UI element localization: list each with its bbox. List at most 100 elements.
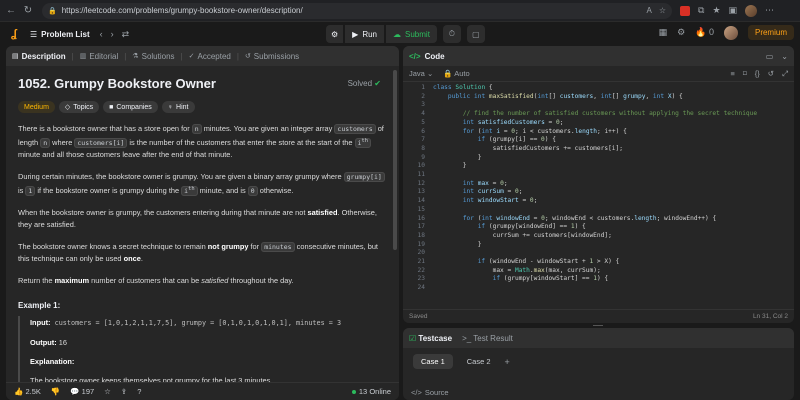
- tab-editorial-label: Editorial: [89, 51, 119, 61]
- like-button[interactable]: 👍 2.5K: [14, 387, 41, 396]
- solved-status: Solved ✔: [348, 79, 381, 88]
- companies-badge[interactable]: ■ Companies: [103, 101, 158, 113]
- star-icon[interactable]: ☆: [104, 387, 111, 396]
- language-select[interactable]: Java ⌄: [409, 69, 433, 78]
- case-1-tab[interactable]: Case 1: [413, 354, 453, 369]
- play-icon: ▶: [352, 29, 359, 39]
- notes-icon[interactable]: ▢: [466, 25, 485, 43]
- example-title: Example 1:: [18, 301, 61, 311]
- auto-toggle[interactable]: 🔒 Auto: [443, 69, 469, 78]
- tab-description[interactable]: ▤ Description: [12, 52, 66, 61]
- paragraph-5: Return the maximum number of customers t…: [18, 276, 294, 286]
- url-text: https://leetcode.com/problems/grumpy-boo…: [61, 6, 303, 15]
- code-icon: </>: [409, 51, 421, 61]
- favorite-icon[interactable]: ☆: [659, 6, 666, 15]
- bookmark-icon[interactable]: ⌑: [743, 69, 747, 79]
- check-circle-icon: ✔: [374, 79, 381, 88]
- streak-counter[interactable]: 🔥 0: [695, 27, 714, 38]
- line-numbers: 1 2 3 4 5 6 7 8 9 10 11 12 13 14 15 16 17 18 19 20 21 22 23 24: [417, 84, 425, 292]
- online-dot-icon: [351, 389, 356, 394]
- thumbs-up-icon: 👍: [14, 387, 24, 396]
- timer-icon[interactable]: ⏱: [442, 25, 461, 43]
- fullscreen-icon[interactable]: ⤢: [782, 69, 788, 79]
- paragraph-1: There is a bookstore owner that has a st…: [18, 124, 384, 160]
- address-bar[interactable]: 🔒 https://leetcode.com/problems/grumpy-b…: [42, 2, 672, 19]
- tab-testcase[interactable]: ☑ Testcase: [409, 334, 452, 343]
- submit-button[interactable]: ☁ Submit: [386, 25, 437, 43]
- user-avatar[interactable]: [723, 25, 738, 40]
- layout-icon[interactable]: ▦: [659, 27, 668, 38]
- lock-icon: 🔒: [48, 7, 57, 15]
- list-icon: ☰: [30, 29, 38, 39]
- case-2-tab[interactable]: Case 2: [459, 354, 499, 369]
- topics-badge[interactable]: ◇ Topics: [58, 101, 100, 113]
- leetcode-logo[interactable]: ʆ: [8, 28, 20, 40]
- fire-icon: 🔥: [695, 27, 707, 37]
- read-aloud-icon[interactable]: A: [646, 6, 651, 15]
- testcase-tabs: ☑ Testcase >_ Test Result: [403, 328, 794, 348]
- paragraph-4: The bookstore owner knows a secret techn…: [18, 242, 378, 264]
- problem-list-button[interactable]: ☰ Problem List: [30, 30, 90, 39]
- share-icon[interactable]: ⇪: [121, 387, 127, 396]
- braces-icon[interactable]: {}: [755, 69, 760, 79]
- help-icon[interactable]: ?: [137, 387, 141, 396]
- shuffle-icon[interactable]: ⇄: [122, 29, 130, 40]
- premium-button[interactable]: Premium: [747, 25, 794, 40]
- add-case-icon[interactable]: +: [505, 357, 510, 367]
- more-icon[interactable]: ⋯: [765, 5, 774, 16]
- example-box: Input: customers = [1,0,1,2,1,1,7,5], gr…: [18, 316, 387, 386]
- reset-icon[interactable]: ↺: [768, 69, 774, 79]
- tab-test-result-label: Test Result: [473, 333, 513, 343]
- check-icon: ✓: [188, 53, 195, 60]
- document-icon: ▤: [12, 53, 19, 60]
- bug-icon: ⚙: [331, 29, 339, 39]
- paragraph-2: During certain minutes, the bookstore ow…: [18, 171, 387, 197]
- run-button[interactable]: ▶ Run: [345, 25, 385, 43]
- hint-label: Hint: [176, 103, 189, 111]
- description-footer: 👍 2.5K 👎 💬 197 ☆ ⇪ ? 13 Online: [6, 382, 399, 400]
- tab-submissions[interactable]: ↺ Submissions: [245, 52, 299, 61]
- topics-label: Topics: [73, 103, 94, 111]
- save-status: Saved: [409, 313, 428, 320]
- dislike-icon[interactable]: 👎: [51, 387, 60, 396]
- tab-accepted[interactable]: ✓ Accepted: [189, 52, 231, 61]
- flask-icon: ⚗: [132, 53, 139, 60]
- tab-solutions[interactable]: ⚗ Solutions: [132, 52, 174, 61]
- lock-icon: ■: [109, 103, 114, 111]
- settings-icon[interactable]: ⚙: [677, 27, 685, 38]
- favorites-icon[interactable]: ★: [712, 5, 720, 16]
- tag-icon: ◇: [64, 104, 71, 111]
- collapse-icon[interactable]: ⌄: [781, 52, 788, 61]
- tab-testcase-label: Testcase: [418, 333, 453, 343]
- cursor-position: Ln 31, Col 2: [752, 313, 788, 320]
- code-status-bar: Saved Ln 31, Col 2: [403, 309, 794, 323]
- comments-button[interactable]: 💬 197: [70, 387, 94, 396]
- extension-icon[interactable]: [680, 5, 690, 16]
- profile-avatar[interactable]: [745, 4, 758, 17]
- tab-test-result[interactable]: >_ Test Result: [462, 334, 513, 343]
- refresh-icon[interactable]: ↻: [21, 4, 35, 18]
- debug-button[interactable]: ⚙: [326, 25, 344, 43]
- description-scrollbar[interactable]: [393, 70, 397, 250]
- hint-badge[interactable]: ♀ Hint: [161, 101, 195, 113]
- extensions-icon[interactable]: ⧉: [698, 5, 704, 16]
- collections-icon[interactable]: ▣: [729, 5, 738, 16]
- problem-title: 1052. Grumpy Bookstore Owner: [18, 76, 216, 91]
- browser-toolbar: ← ↻ 🔒 https://leetcode.com/problems/grum…: [0, 0, 800, 22]
- format-icon[interactable]: ≡: [730, 69, 734, 79]
- auto-label: Auto: [454, 69, 470, 78]
- source-button[interactable]: </> Source: [411, 388, 449, 397]
- checkbox-icon: ☑: [409, 333, 417, 343]
- code-lines: class Solution { public int maxSatisfied…: [433, 84, 758, 283]
- comment-icon: 💬: [70, 387, 80, 396]
- online-count: 13 Online: [351, 387, 391, 396]
- like-count: 2.5K: [25, 387, 41, 396]
- code-editor[interactable]: 1 2 3 4 5 6 7 8 9 10 11 12 13 14 15 16 17 18 19 20 21 22 23 24 …: [403, 82, 794, 300]
- code-header: </> Code ▭ ⌄: [403, 46, 794, 66]
- next-problem-icon[interactable]: ›: [111, 29, 114, 40]
- tab-editorial[interactable]: ▥ Editorial: [80, 52, 119, 61]
- back-icon[interactable]: ←: [4, 4, 18, 18]
- terminal-icon: >_: [462, 333, 472, 343]
- maximize-icon[interactable]: ▭: [766, 52, 774, 61]
- prev-problem-icon[interactable]: ‹: [100, 29, 103, 40]
